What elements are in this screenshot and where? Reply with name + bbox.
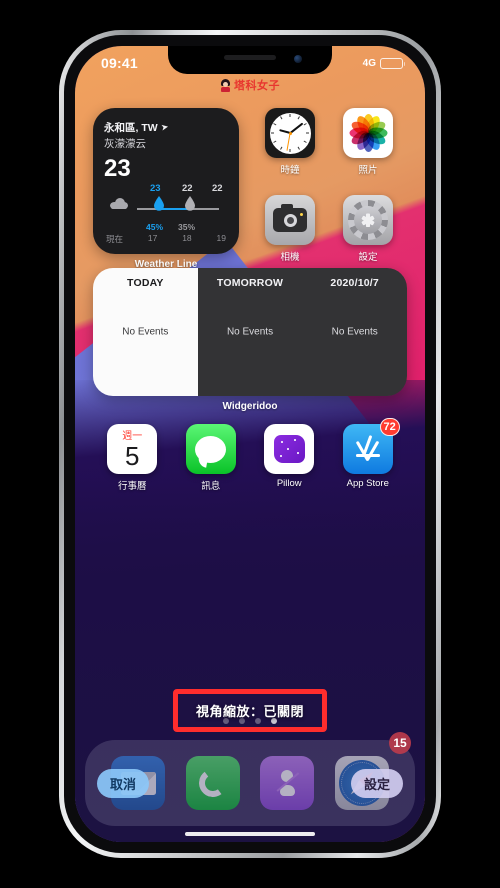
widgeridoo-header-date: 2020/10/7 <box>330 277 379 289</box>
app-grid-row: 週一 5 行事曆 訊息 Pillow 72 App Store <box>93 418 408 492</box>
widget-row-top: 永和區, TW ➤ 灰濛濛云 23 23 23 2 <box>93 108 407 270</box>
phone-frame: 09:41 4G 塔科女子 永和區, TW ➤ 灰濛濛云 23 23 22 22… <box>59 30 441 858</box>
app-label-calendar: 行事曆 <box>117 481 147 492</box>
hour-precip-1: 45% <box>146 222 164 232</box>
camera-body-glyph <box>273 204 307 232</box>
widgeridoo-widget[interactable]: TODAY No Events TOMORROW No Events 2020/… <box>93 268 407 396</box>
app-label-settings: 設定 <box>358 252 378 263</box>
weather-hour-labels: 現在 17 18 19 <box>104 233 228 245</box>
settings-gear-icon[interactable] <box>343 195 393 245</box>
app-settings[interactable]: 設定 <box>329 195 407 270</box>
weather-hourly-chart: 23 23 22 22 45% 35% <box>104 177 228 232</box>
pillow-glyph <box>273 435 305 463</box>
weather-line-widget-wrap[interactable]: 永和區, TW ➤ 灰濛濛云 23 23 23 2 <box>93 108 239 270</box>
hour-label-1: 17 <box>147 233 158 243</box>
watermark-avatar-icon <box>220 78 231 92</box>
app-store-badge: 72 <box>379 418 400 436</box>
app-label-photos: 照片 <box>358 165 378 176</box>
pillow-icon[interactable] <box>264 424 315 474</box>
app-clock[interactable]: 時鐘 <box>251 108 329 183</box>
app-store-a-glyph <box>352 435 384 463</box>
widgeridoo-body-tomorrow: No Events <box>226 326 274 338</box>
handset-glyph <box>196 767 229 799</box>
podcasts-icon[interactable] <box>260 756 315 810</box>
cellular-network-label: 4G <box>362 57 376 69</box>
set-button-badge: 15 <box>389 732 411 754</box>
calendar-icon[interactable]: 週一 5 <box>107 424 158 474</box>
app-label-clock: 時鐘 <box>280 165 300 176</box>
widgeridoo-widget-wrap[interactable]: TODAY No Events TOMORROW No Events 2020/… <box>93 268 407 412</box>
app-label-app-store: App Store <box>346 478 389 489</box>
hour-label-0: 現在 <box>106 234 124 244</box>
earpiece-speaker <box>224 55 276 60</box>
battery-icon <box>380 57 405 69</box>
app-photos[interactable]: 照片 <box>329 108 407 183</box>
front-camera-icon <box>294 55 302 63</box>
widgeridoo-header-tomorrow: TOMORROW <box>216 277 284 289</box>
messages-icon[interactable] <box>185 424 236 474</box>
hour-temp-1: 23 <box>150 183 161 194</box>
dock-app-podcasts[interactable] <box>260 756 315 810</box>
phone-screen[interactable]: 09:41 4G 塔科女子 永和區, TW ➤ 灰濛濛云 23 23 22 22… <box>75 46 425 842</box>
weather-condition: 灰濛濛云 <box>104 138 146 150</box>
widgeridoo-body-today: No Events <box>122 326 169 338</box>
home-indicator[interactable] <box>185 832 315 836</box>
widgeridoo-cell-tomorrow[interactable]: TOMORROW No Events <box>197 268 303 396</box>
weather-location: 永和區, TW <box>104 122 158 134</box>
clock-icon[interactable] <box>265 108 315 158</box>
gear-glyph <box>348 200 388 240</box>
app-pillow[interactable]: Pillow <box>250 424 329 492</box>
camera-icon[interactable] <box>265 195 315 245</box>
photos-icon[interactable] <box>343 108 393 158</box>
phone-bezel: 09:41 4G 塔科女子 永和區, TW ➤ 灰濛濛云 23 23 22 22… <box>64 35 436 853</box>
widgeridoo-cell-date[interactable]: 2020/10/7 No Events <box>302 268 407 396</box>
app-label-camera: 相機 <box>280 252 300 263</box>
hour-label-2: 18 <box>182 233 192 243</box>
hour-label-3: 19 <box>216 233 226 243</box>
dock-app-phone[interactable] <box>185 756 240 810</box>
widgeridoo-widget-label: Widgeridoo <box>222 401 278 412</box>
weather-glyph-raindrop-blue-icon <box>153 196 165 216</box>
weather-location-row: 永和區, TW ➤ <box>104 120 228 135</box>
widgeridoo-header-today: TODAY <box>127 277 164 289</box>
set-button[interactable]: 設定 <box>350 769 403 798</box>
watermark-text: 塔科女子 <box>234 80 280 92</box>
hour-precip-2: 35% <box>178 222 196 232</box>
watermark: 塔科女子 <box>220 77 280 93</box>
status-indicators: 4G <box>362 57 405 69</box>
status-time: 09:41 <box>101 55 138 71</box>
weather-glyph-raindrop-gray-icon <box>184 196 196 216</box>
notch <box>168 46 332 74</box>
widgeridoo-cell-today[interactable]: TODAY No Events <box>93 268 198 396</box>
weather-line-widget[interactable]: 永和區, TW ➤ 灰濛濛云 23 23 23 2 <box>93 108 239 254</box>
app-calendar[interactable]: 週一 5 行事曆 <box>93 424 172 492</box>
display-zoom-status-text: 視角縮放：已關閉 <box>195 704 305 719</box>
widgeridoo-body-date: No Events <box>331 326 378 338</box>
app-camera[interactable]: 相機 <box>251 195 329 270</box>
home-screen: 永和區, TW ➤ 灰濛濛云 23 23 23 2 <box>75 46 425 842</box>
photos-flower-glyph <box>348 113 388 153</box>
cancel-button[interactable]: 取消 <box>97 769 150 798</box>
app-app-store[interactable]: 72 App Store <box>329 418 408 492</box>
app-messages[interactable]: 訊息 <box>172 424 251 492</box>
speech-bubble-glyph <box>195 435 227 463</box>
hour-temp-3: 22 <box>212 183 223 194</box>
calendar-day-number: 5 <box>125 441 140 471</box>
clock-face <box>269 112 311 154</box>
display-zoom-status-banner: 視角縮放：已關閉 <box>172 689 328 732</box>
phone-icon[interactable] <box>185 756 240 810</box>
app-label-pillow: Pillow <box>276 478 302 489</box>
location-arrow-icon: ➤ <box>159 121 169 133</box>
app-grid-top-right: 時鐘 照片 相機 設定 <box>239 108 407 270</box>
podcast-glyph <box>276 770 300 796</box>
hour-temp-2: 22 <box>182 183 193 194</box>
app-label-messages: 訊息 <box>201 481 221 492</box>
